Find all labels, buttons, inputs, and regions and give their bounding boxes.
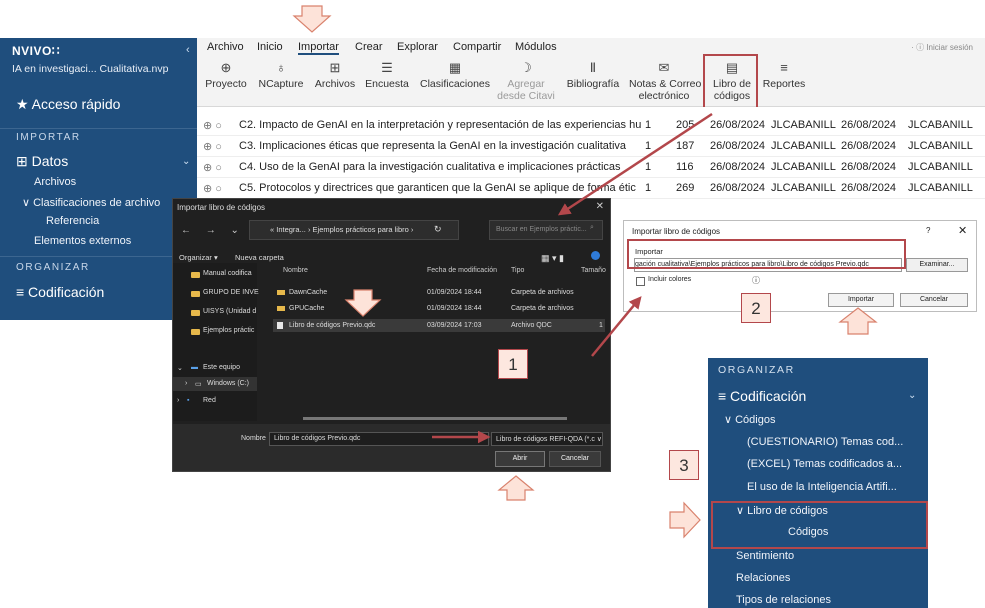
annotation-arrows-layer xyxy=(292,5,878,539)
connector-arrow xyxy=(591,296,642,357)
connector-arrow xyxy=(557,112,713,216)
arrow-down-icon xyxy=(344,289,382,317)
arrow-down-icon xyxy=(292,5,332,33)
arrow-up-icon xyxy=(838,307,878,335)
arrow-up-icon xyxy=(497,475,535,501)
arrow-right-icon xyxy=(669,501,701,539)
